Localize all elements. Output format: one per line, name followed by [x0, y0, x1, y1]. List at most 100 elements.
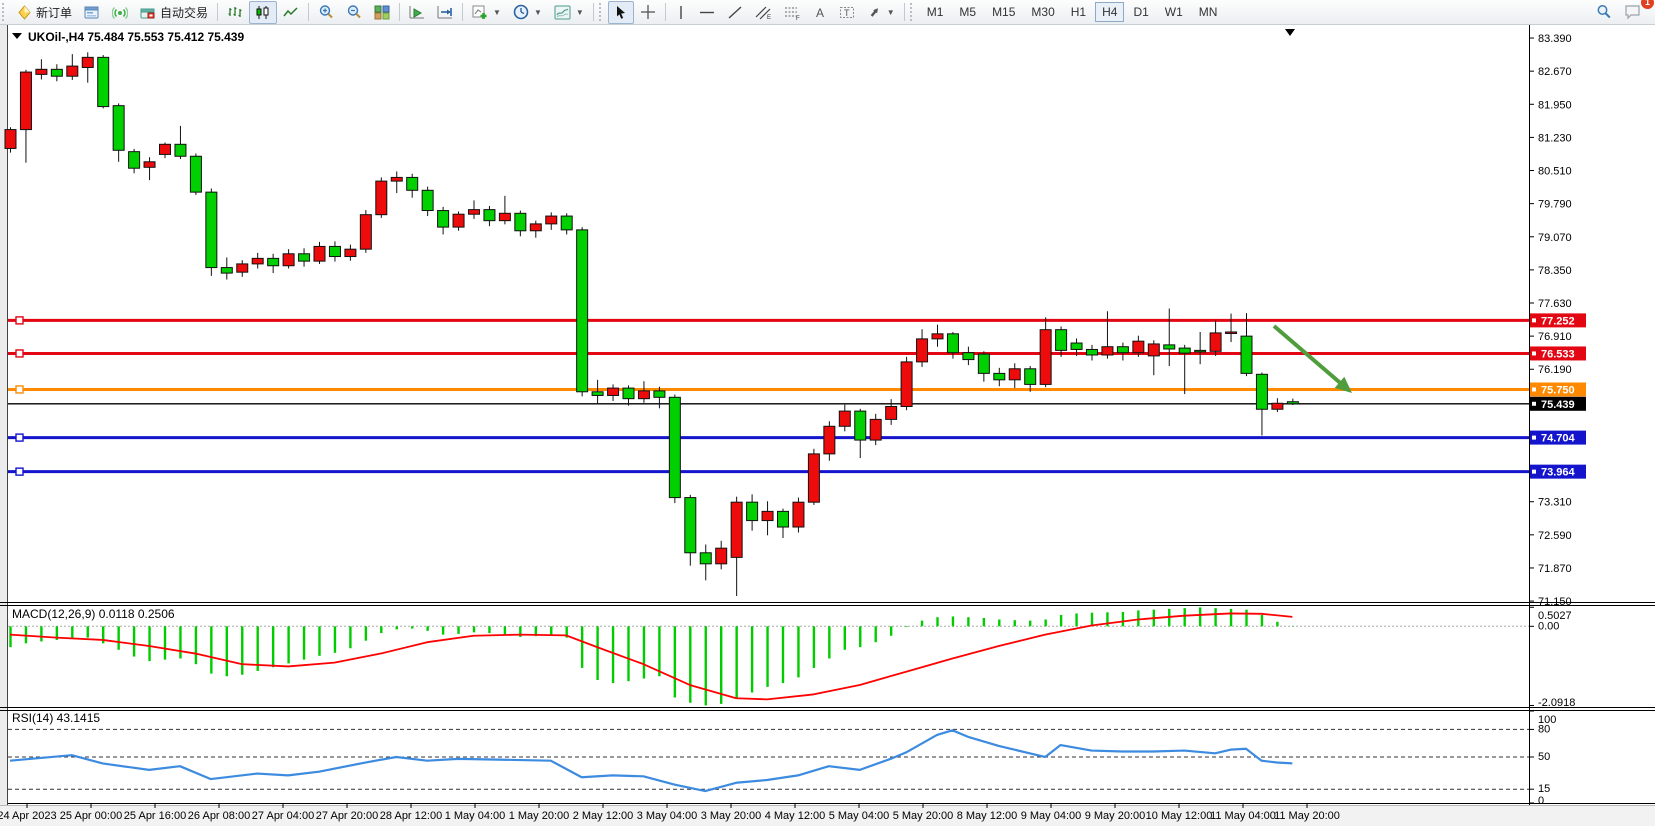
candle-body[interactable]	[994, 373, 1005, 379]
candle-body[interactable]	[360, 215, 371, 250]
candle-body[interactable]	[886, 407, 897, 420]
candle-body[interactable]	[499, 213, 510, 220]
chart-canvas[interactable]: 83.39082.67081.95081.23080.51079.79079.0…	[0, 24, 1655, 826]
candle-body[interactable]	[669, 397, 680, 497]
timeframe-m1[interactable]: M1	[920, 2, 951, 22]
candle-body[interactable]	[716, 548, 727, 564]
text-label-button[interactable]: T	[833, 1, 861, 24]
candle-body[interactable]	[592, 392, 603, 396]
search-button[interactable]	[1590, 1, 1618, 24]
candle-body[interactable]	[824, 426, 835, 454]
trendline-button[interactable]	[721, 1, 749, 24]
line-chart-button[interactable]	[277, 1, 305, 24]
line-anchor-handle[interactable]	[16, 317, 23, 324]
timeframe-m30[interactable]: M30	[1024, 2, 1061, 22]
candle-body[interactable]	[778, 511, 789, 527]
candle-body[interactable]	[700, 553, 711, 564]
candle-body[interactable]	[1226, 332, 1237, 334]
cursor-button[interactable]	[608, 1, 634, 24]
candle-body[interactable]	[206, 192, 217, 267]
candle-body[interactable]	[20, 72, 31, 130]
tile-windows-button[interactable]	[368, 1, 396, 24]
candle-body[interactable]	[1056, 330, 1067, 351]
line-anchor-handle[interactable]	[16, 386, 23, 393]
bar-chart-button[interactable]	[221, 1, 249, 24]
candle-body[interactable]	[947, 334, 958, 353]
candle-body[interactable]	[1009, 369, 1020, 380]
candle-body[interactable]	[623, 388, 634, 399]
candle-body[interactable]	[453, 214, 464, 227]
candle-body[interactable]	[747, 502, 758, 520]
candle-body[interactable]	[932, 334, 943, 339]
candle-body[interactable]	[422, 190, 433, 210]
candle-body[interactable]	[1071, 343, 1082, 349]
chart-template-button[interactable]: ▼	[548, 1, 590, 24]
candle-body[interactable]	[870, 419, 881, 440]
arrow-shapes-button[interactable]: ▼	[861, 1, 901, 24]
timeframe-h1[interactable]: H1	[1064, 2, 1093, 22]
timeframe-w1[interactable]: W1	[1158, 2, 1190, 22]
candle-body[interactable]	[314, 246, 325, 261]
candle-body[interactable]	[438, 211, 449, 228]
candle-body[interactable]	[1287, 402, 1298, 404]
candle-body[interactable]	[638, 391, 649, 399]
timeframe-mn[interactable]: MN	[1192, 2, 1225, 22]
candle-body[interactable]	[577, 230, 588, 392]
candle-body[interactable]	[561, 216, 572, 230]
line-anchor-handle[interactable]	[16, 350, 23, 357]
candle-body[interactable]	[762, 511, 773, 520]
auto-scroll-button[interactable]	[403, 1, 431, 24]
candle-body[interactable]	[36, 69, 47, 74]
candle-body[interactable]	[963, 353, 974, 360]
candle-body[interactable]	[1272, 403, 1283, 409]
candle-body[interactable]	[731, 502, 742, 557]
candle-body[interactable]	[67, 66, 78, 76]
auto-trading-button[interactable]: 自动交易	[134, 1, 214, 24]
horizontal-line-button[interactable]	[693, 1, 721, 24]
signal-button[interactable]	[106, 1, 134, 24]
candle-body[interactable]	[1195, 350, 1206, 352]
candle-body[interactable]	[113, 106, 124, 151]
timeframe-m5[interactable]: M5	[952, 2, 983, 22]
candle-body[interactable]	[1210, 333, 1221, 351]
candle-body[interactable]	[237, 264, 248, 272]
candle-body[interactable]	[1256, 374, 1267, 409]
candle-body[interactable]	[175, 144, 186, 156]
timeframe-h4[interactable]: H4	[1095, 2, 1124, 22]
candle-body[interactable]	[407, 177, 418, 190]
candle-body[interactable]	[268, 258, 279, 265]
zoom-in-button[interactable]	[312, 1, 340, 24]
candle-body[interactable]	[808, 454, 819, 502]
text-button[interactable]: A	[807, 1, 833, 24]
zoom-out-button[interactable]	[340, 1, 368, 24]
candle-body[interactable]	[839, 411, 850, 426]
candle-body[interactable]	[51, 69, 62, 76]
candle-body[interactable]	[1133, 341, 1144, 353]
candle-body[interactable]	[608, 388, 619, 395]
candle-body[interactable]	[376, 181, 387, 215]
candle-body[interactable]	[329, 246, 340, 256]
candle-body[interactable]	[1179, 348, 1190, 353]
candle-body[interactable]	[1102, 347, 1113, 355]
crosshair-button[interactable]	[634, 1, 662, 24]
candle-body[interactable]	[299, 254, 310, 261]
candle-body[interactable]	[82, 57, 93, 67]
candle-body[interactable]	[98, 57, 109, 106]
candle-body[interactable]	[345, 249, 356, 256]
vertical-line-button[interactable]	[669, 1, 693, 24]
candle-body[interactable]	[283, 254, 294, 266]
candle-body[interactable]	[469, 210, 480, 215]
candle-body[interactable]	[129, 152, 140, 169]
new-order-button[interactable]: 新订单	[11, 1, 78, 24]
candle-body[interactable]	[1117, 347, 1128, 353]
candle-body[interactable]	[546, 216, 557, 224]
candle-body[interactable]	[901, 362, 912, 407]
candle-body[interactable]	[855, 411, 866, 440]
candle-body[interactable]	[1040, 330, 1051, 385]
timeframe-m15[interactable]: M15	[985, 2, 1022, 22]
line-anchor-handle[interactable]	[16, 434, 23, 441]
candle-body[interactable]	[190, 156, 201, 192]
channel-button[interactable]: E	[749, 1, 778, 24]
candle-body[interactable]	[978, 354, 989, 373]
candle-body[interactable]	[654, 391, 665, 397]
